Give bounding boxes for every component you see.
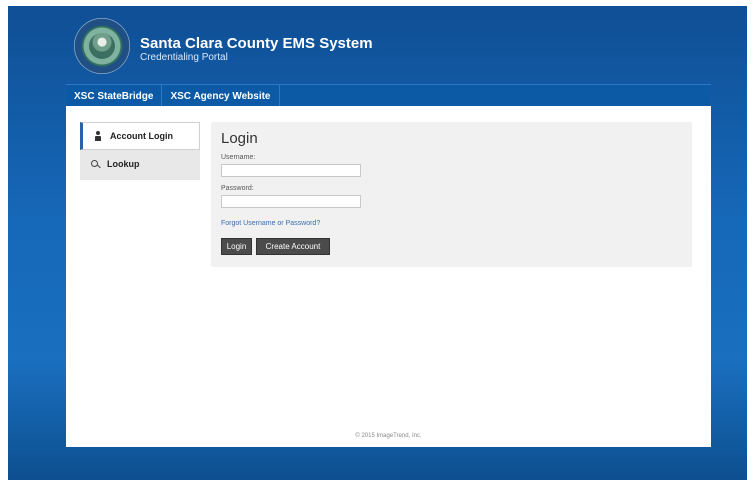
sidebar-item-label: Lookup — [107, 159, 140, 169]
create-account-button[interactable]: Create Account — [256, 238, 330, 255]
county-seal-icon — [74, 18, 130, 74]
sidebar: Account Login Lookup — [80, 122, 200, 180]
sidebar-item-label: Account Login — [110, 131, 173, 141]
password-label: Password: — [221, 185, 254, 192]
forgot-credentials-link[interactable]: Forgot Username or Password? — [221, 220, 320, 227]
sidebar-item-account-login[interactable]: Account Login — [80, 122, 200, 150]
nav-item-statebridge[interactable]: XSC StateBridge — [66, 85, 163, 107]
username-input[interactable] — [221, 164, 361, 177]
search-icon — [90, 159, 100, 169]
main-content: Account Login Lookup Login Username: Pas… — [66, 106, 711, 447]
password-input[interactable] — [221, 195, 361, 208]
top-nav: XSC StateBridge XSC Agency Website — [66, 84, 711, 107]
login-panel: Login Username: Password: Forgot Usernam… — [211, 122, 692, 267]
person-icon — [93, 131, 103, 141]
site-title: Santa Clara County EMS System — [140, 35, 373, 52]
site-subtitle: Credentialing Portal — [140, 52, 228, 63]
login-button[interactable]: Login — [221, 238, 252, 255]
header: Santa Clara County EMS System Credential… — [140, 36, 373, 64]
seal-center — [89, 33, 115, 59]
nav-item-agency-website[interactable]: XSC Agency Website — [162, 85, 280, 107]
login-heading: Login — [221, 130, 258, 147]
footer-copyright: © 2015 ImageTrend, Inc. — [355, 433, 422, 439]
username-label: Username: — [221, 154, 256, 161]
sidebar-item-lookup[interactable]: Lookup — [80, 150, 200, 178]
